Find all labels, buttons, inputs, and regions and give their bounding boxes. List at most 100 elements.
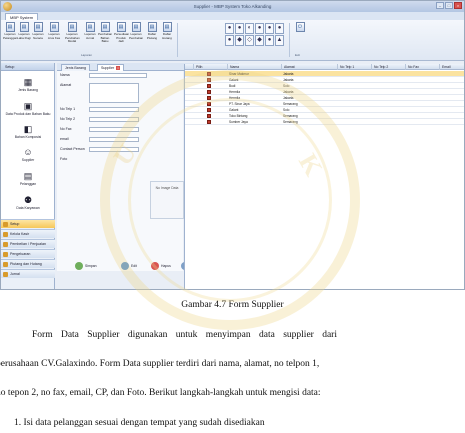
field-input-6[interactable] bbox=[89, 147, 139, 152]
ribbon-separator bbox=[177, 23, 178, 57]
exit-group-label: Exit bbox=[295, 53, 301, 57]
ribbon-tile-3[interactable]: ● bbox=[255, 23, 264, 34]
sidebar-shortcut-3[interactable]: ☺ Supplier bbox=[1, 147, 55, 162]
ribbon-tile-4[interactable]: ● bbox=[265, 23, 274, 34]
field-input-4[interactable] bbox=[89, 127, 139, 132]
folder-icon bbox=[3, 232, 8, 237]
ribbon-tile-10[interactable]: ● bbox=[265, 35, 274, 46]
ribbon-button-3[interactable]: ▤ Laporan Arus Kas bbox=[47, 22, 61, 48]
sidebar-nav-label: Piutang dan Hutang bbox=[10, 262, 42, 266]
ribbon-tile-1[interactable]: ● bbox=[235, 23, 244, 34]
sidebar-nav-label: Setup bbox=[10, 222, 20, 226]
ribbon-tile-7[interactable]: ◆ bbox=[235, 35, 244, 46]
sidebar-nav-item-3[interactable]: Pengeluaran bbox=[1, 249, 55, 258]
sidebar-shortcut-4[interactable]: ▤ Pelanggan bbox=[1, 171, 55, 186]
ribbon-tile-2[interactable]: ◐ bbox=[245, 23, 254, 34]
grid-column-header[interactable]: Alamat bbox=[281, 64, 295, 70]
field-input-5[interactable] bbox=[89, 137, 139, 142]
document-text: Gambar 4.7 Form Supplier Form Data Suppl… bbox=[0, 292, 465, 433]
tab-supplier[interactable]: Supplier × bbox=[97, 64, 125, 71]
field-input-2[interactable] bbox=[89, 107, 139, 112]
row-select-checkbox[interactable] bbox=[207, 120, 211, 124]
ribbon-button-label: Laporan Perubahan Modal bbox=[65, 32, 80, 44]
ribbon-button-2[interactable]: ▤ Laporan Neraca bbox=[31, 22, 45, 48]
row-select-checkbox[interactable] bbox=[207, 72, 211, 76]
tab-jenis-barang[interactable]: Jenis Barang bbox=[61, 64, 90, 71]
row-select-checkbox[interactable] bbox=[207, 102, 211, 106]
row-select-checkbox[interactable] bbox=[207, 90, 211, 94]
grid-column-header[interactable]: Nama bbox=[227, 64, 239, 70]
ribbon-button-7[interactable]: ▤ Persediaan Produk Jadi bbox=[114, 22, 129, 48]
close-icon[interactable]: × bbox=[454, 2, 462, 9]
field-label-7: Foto bbox=[60, 157, 68, 161]
action-button-hapus[interactable]: Hapus bbox=[151, 261, 171, 271]
minimize-icon[interactable]: – bbox=[436, 2, 444, 9]
ribbon-button-4[interactable]: ▤ Laporan Perubahan Modal bbox=[65, 22, 80, 48]
row-select-checkbox[interactable] bbox=[207, 108, 211, 112]
maximize-icon[interactable]: □ bbox=[445, 2, 453, 9]
field-input-0[interactable] bbox=[89, 73, 147, 78]
shortcut-icon: ▦ bbox=[23, 77, 33, 87]
exit-button[interactable]: ⏻ bbox=[293, 22, 307, 48]
shortcut-label: Jenis Barang bbox=[18, 88, 38, 92]
ribbon-tile-6[interactable]: ● bbox=[225, 35, 234, 46]
ribbon-tile-9[interactable]: ◆ bbox=[255, 35, 264, 46]
sidebar-nav-label: Pengeluaran bbox=[10, 252, 31, 256]
ribbon-tile-11[interactable]: ▲ bbox=[275, 35, 284, 46]
ribbon-button-5[interactable]: ▤ Laporan Jurnal bbox=[83, 22, 97, 48]
grid-column-header[interactable]: No Telp 2 bbox=[371, 64, 388, 70]
sidebar-nav-item-0[interactable]: Setup bbox=[1, 219, 55, 228]
sidebar-nav-item-5[interactable]: Jurnal bbox=[1, 269, 55, 278]
folder-icon bbox=[3, 262, 8, 267]
sidebar-nav-label: Jurnal bbox=[10, 272, 20, 276]
field-input-1[interactable] bbox=[89, 83, 139, 103]
supplier-form: No Image Data Nama Alamat No Telp 1 No Telp… bbox=[57, 71, 184, 271]
ribbon-tile-0[interactable]: ● bbox=[225, 23, 234, 34]
ribbon-button-8[interactable]: ▤ Laporan Pembelian bbox=[129, 22, 143, 48]
sidebar-nav-item-2[interactable]: Pembelian / Penjualan bbox=[1, 239, 55, 248]
ribbon-button-6[interactable]: ▤ Pembelian Bahan Baku bbox=[98, 22, 112, 48]
sidebar-icon-panel: ▦ Jenis Barang ▣ Data Produk dan Bahan Baku… bbox=[1, 71, 54, 219]
sidebar-shortcut-5[interactable]: ⚉ Data Karyawan bbox=[1, 195, 55, 210]
ribbon-button-1[interactable]: ▤ Laporan Laba Rugi bbox=[17, 22, 31, 48]
ribbon-button-10[interactable]: ▤ Daftar Hutang bbox=[160, 22, 174, 48]
folder-icon bbox=[3, 242, 8, 247]
ribbon-button-0[interactable]: ▤ Laporan Pelanggan bbox=[3, 22, 17, 48]
grid-column-header[interactable]: No Fax bbox=[405, 64, 419, 70]
sidebar-shortcut-0[interactable]: ▦ Jenis Barang bbox=[1, 77, 55, 92]
action-button-edit[interactable]: Edit bbox=[121, 261, 137, 271]
exit-icon: ⏻ bbox=[295, 22, 305, 32]
tab-mbp-system[interactable]: MBP System bbox=[5, 13, 39, 20]
ribbon-button-9[interactable]: ▤ Daftar Piutang bbox=[145, 22, 159, 48]
sidebar-shortcut-2[interactable]: ◧ Bahan Komposisi bbox=[1, 124, 55, 139]
ribbon-button-label: Laporan Laba Rugi bbox=[17, 32, 31, 40]
row-select-checkbox[interactable] bbox=[207, 96, 211, 100]
field-input-3[interactable] bbox=[89, 117, 139, 122]
ribbon: ▤ Laporan Pelanggan ▤ Laporan Laba Rugi ▤ Lap… bbox=[1, 20, 464, 61]
row-select-checkbox[interactable] bbox=[207, 114, 211, 118]
report-icon: ▤ bbox=[85, 22, 95, 32]
hapus-icon bbox=[151, 262, 159, 270]
action-button-simpan[interactable]: Simpan bbox=[75, 261, 97, 271]
sidebar-shortcut-1[interactable]: ▣ Data Produk dan Bahan Baku bbox=[1, 101, 55, 116]
close-tab-icon[interactable]: × bbox=[116, 66, 121, 71]
supplier-grid: Pilih Nama Alamat No Telp 1 No Telp 2 No Fax E… bbox=[184, 64, 464, 289]
row-select-checkbox[interactable] bbox=[207, 84, 211, 88]
row-select-checkbox[interactable] bbox=[207, 78, 211, 82]
folder-icon bbox=[3, 252, 8, 257]
ribbon-tile-5[interactable]: ● bbox=[275, 23, 284, 34]
sidebar-nav-item-1[interactable]: Kelola Kasir bbox=[1, 229, 55, 238]
shortcut-label: Data Produk dan Bahan Baku bbox=[5, 112, 51, 116]
field-label-5: email bbox=[60, 137, 69, 141]
photo-box[interactable]: No Image Data bbox=[150, 181, 184, 219]
grid-column-header[interactable]: Email bbox=[439, 64, 450, 70]
grid-column-header[interactable]: No Telp 1 bbox=[337, 64, 354, 70]
ribbon-button-label: Laporan Pelanggan bbox=[3, 32, 18, 40]
app-menu-orb-icon[interactable] bbox=[3, 2, 12, 11]
table-row[interactable]: Sumber Jaya Semarang bbox=[185, 119, 464, 125]
grid-column-header[interactable]: Pilih bbox=[193, 64, 202, 70]
paragraph-line-4: 1. Isi data pelanggan sesuai dengan temp… bbox=[14, 418, 265, 428]
ribbon-tile-8[interactable]: ◇ bbox=[245, 35, 254, 46]
report-icon: ▤ bbox=[116, 22, 126, 32]
sidebar-nav-item-4[interactable]: Piutang dan Hutang bbox=[1, 259, 55, 268]
